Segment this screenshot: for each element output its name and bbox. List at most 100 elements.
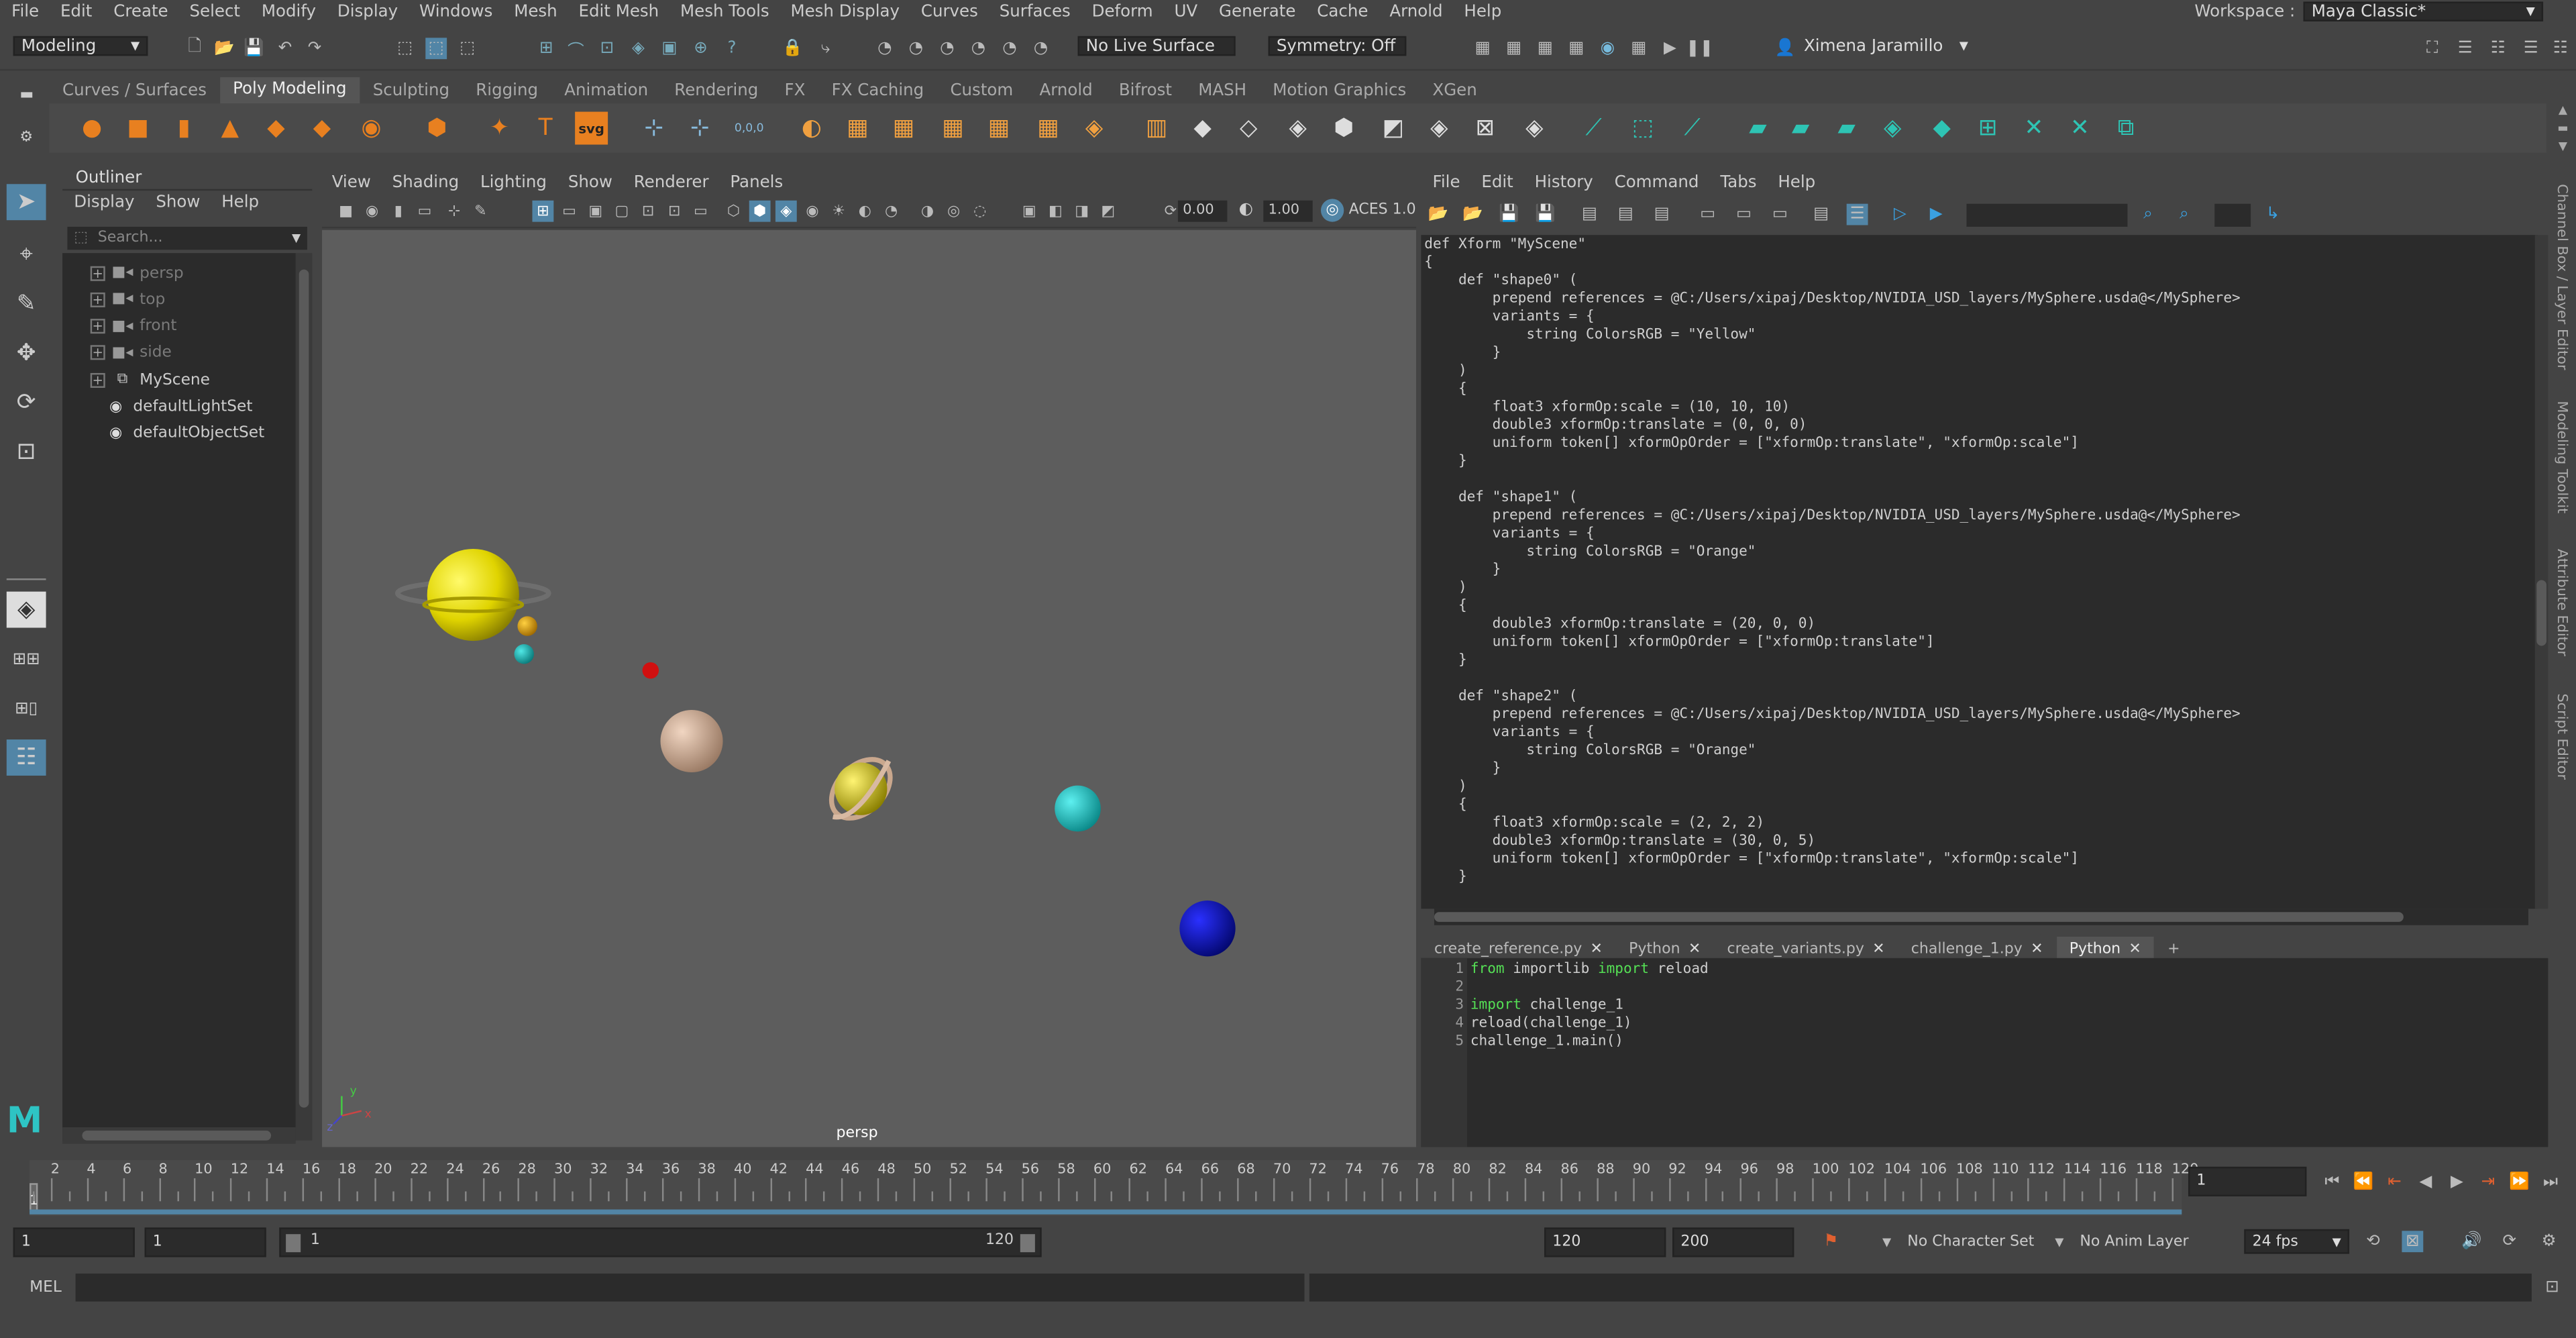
lock-icon[interactable]: 🔒 xyxy=(782,38,804,59)
bridge-icon[interactable]: ◆ xyxy=(1186,112,1219,145)
wireframe-on-shaded-icon[interactable]: ◈ xyxy=(775,200,797,222)
render-frame-icon[interactable]: ▦ xyxy=(1503,38,1525,59)
lights-icon[interactable]: ☀ xyxy=(828,201,849,222)
select-tool-icon[interactable]: ➤ xyxy=(6,184,46,221)
shelf-tab-xgen[interactable]: XGen xyxy=(1419,81,1491,99)
side-tab-channel-box-layer-editor[interactable]: Channel Box / Layer Editor xyxy=(2553,184,2569,370)
ssao-icon[interactable]: ◔ xyxy=(881,201,902,222)
select-component-icon[interactable]: ⬚ xyxy=(457,38,478,59)
connect-icon[interactable]: ⬚ xyxy=(1627,112,1660,145)
menu-arnold[interactable]: Arnold xyxy=(1389,3,1442,21)
clear-all-icon[interactable]: ▤ xyxy=(1651,204,1672,225)
script-history-output[interactable]: def Xform "MyScene"{ def "shape0" ( prep… xyxy=(1421,235,2538,909)
menu-cache[interactable]: Cache xyxy=(1317,3,1368,21)
snap-center-icon[interactable]: ⊕ xyxy=(690,38,712,59)
shelf-tab-animation[interactable]: Animation xyxy=(551,81,661,99)
menu-create[interactable]: Create xyxy=(113,3,168,21)
clear-input-icon[interactable]: ▤ xyxy=(1615,204,1636,225)
color-management-icon[interactable]: ◎ xyxy=(1320,199,1344,222)
outliner-search-box[interactable]: ⬚ Search... ▼ xyxy=(67,226,307,250)
bookmark-icon[interactable]: ▮ xyxy=(388,201,409,222)
script-input-area[interactable]: 12345 from importlib import reload impor… xyxy=(1421,958,2548,1147)
script-menu-command[interactable]: Command xyxy=(1615,173,1699,191)
outliner-item-defaultlightset[interactable]: ◉ defaultLightSet xyxy=(62,394,296,420)
menu-help[interactable]: Help xyxy=(1464,3,1501,21)
render-camera-icon[interactable]: ▦ xyxy=(1566,38,1587,59)
arnold-ipr-icon[interactable]: ▶ xyxy=(1659,38,1680,59)
step-forward-key-icon[interactable]: ⏩ xyxy=(2509,1172,2530,1193)
command-input[interactable] xyxy=(75,1273,1305,1302)
xray-active-icon[interactable]: ◩ xyxy=(1097,201,1119,222)
jupiter-sphere[interactable] xyxy=(660,709,723,773)
menu-deform[interactable]: Deform xyxy=(1092,3,1153,21)
step-back-frame-icon[interactable]: ⇤ xyxy=(2383,1172,2405,1193)
menu-mesh[interactable]: Mesh xyxy=(514,3,557,21)
menu-modify[interactable]: Modify xyxy=(262,3,316,21)
select-object-icon[interactable]: ⬚ xyxy=(425,38,447,60)
mercury-sphere[interactable] xyxy=(517,616,537,636)
wireframe-icon[interactable]: ⬡ xyxy=(723,201,745,222)
save-scene-icon[interactable]: 💾 xyxy=(243,38,264,59)
step-forward-frame-icon[interactable]: ⇥ xyxy=(2477,1172,2499,1193)
shelf-tab-bifrost[interactable]: Bifrost xyxy=(1106,81,1185,99)
rotate-tool-icon[interactable]: ⟳ xyxy=(7,384,46,421)
2d-pan-icon[interactable]: ⊹ xyxy=(443,201,465,222)
expand-icon[interactable]: + xyxy=(90,372,105,388)
redo-icon[interactable]: ↷ xyxy=(304,38,325,59)
star-icon[interactable]: ✦ xyxy=(483,112,516,145)
wedge-icon[interactable]: ◩ xyxy=(1377,112,1409,145)
two-pane-layout-icon[interactable]: ⊞▯ xyxy=(7,690,46,727)
camera-select-icon[interactable]: ■ xyxy=(335,201,357,222)
close-icon[interactable]: ✕ xyxy=(2129,941,2141,958)
camera-attr-icon[interactable]: ◉ xyxy=(362,201,383,222)
sew-icon[interactable]: ✕ xyxy=(2063,112,2096,145)
outliner-item-persp[interactable]: + ■◂ persp xyxy=(62,260,296,286)
cube-icon[interactable]: ■ xyxy=(121,112,154,145)
outliner-item-side[interactable]: + ■◂ side xyxy=(62,340,296,366)
workspace-dropdown[interactable]: Maya Classic* ▼ xyxy=(2303,1,2544,21)
script-menu-history[interactable]: History xyxy=(1535,173,1593,191)
shelf-options-icon[interactable]: ⚙ xyxy=(19,130,33,146)
smooth-icon[interactable]: ▦ xyxy=(983,112,1016,145)
open-scene-icon[interactable]: 📂 xyxy=(213,38,235,59)
neptune-sphere[interactable] xyxy=(1179,900,1236,957)
history-icon[interactable]: ⤷ xyxy=(815,38,837,59)
outliner-item-top[interactable]: + ■◂ top xyxy=(62,287,296,313)
side-tab-modeling-toolkit[interactable]: Modeling Toolkit xyxy=(2553,401,2569,514)
menu-surfaces[interactable]: Surfaces xyxy=(1000,3,1071,21)
character-set-dropdown[interactable]: No Character Set xyxy=(1907,1234,2034,1250)
viewport-menu-view[interactable]: View xyxy=(332,173,371,191)
torus-icon[interactable]: ◆ xyxy=(260,112,292,145)
close-icon[interactable]: ✕ xyxy=(1688,941,1701,958)
sun-sphere[interactable] xyxy=(427,548,519,641)
modeling-toolkit-icon[interactable]: ⛶ xyxy=(2422,38,2443,59)
safe-title-icon[interactable]: ▭ xyxy=(690,201,712,222)
field-chart-icon[interactable]: ⊡ xyxy=(637,201,659,222)
playback-end-field[interactable]: 120 xyxy=(1544,1227,1666,1257)
open-script-icon[interactable]: 📂 xyxy=(1428,204,1449,225)
outliner-menu-display[interactable]: Display xyxy=(74,194,134,217)
xray-joints-icon[interactable]: ◨ xyxy=(1071,201,1093,222)
menu-set-dropdown[interactable]: Modeling ▼ xyxy=(13,36,148,56)
search-icon[interactable]: ⌕ xyxy=(2137,204,2159,225)
disc-icon[interactable]: ◉ xyxy=(355,112,388,145)
grid-toggle-icon[interactable]: ⊞ xyxy=(532,200,554,222)
channel-box-icon[interactable]: ☰ xyxy=(2520,38,2542,59)
hypershade-icon[interactable]: ◔ xyxy=(999,38,1020,59)
target-weld-icon[interactable]: ⟋ xyxy=(1577,112,1610,145)
range-slider-handle-right[interactable] xyxy=(1020,1234,1035,1253)
lasso-tool-icon[interactable]: ⌖ xyxy=(7,237,46,273)
outliner-vscroll-thumb[interactable] xyxy=(299,269,309,1108)
side-tab-script-editor[interactable]: Script Editor xyxy=(2553,693,2569,780)
go-to-end-icon[interactable]: ⏭ xyxy=(2540,1172,2561,1193)
gamma-field[interactable]: 1.00 xyxy=(1263,200,1313,222)
anim-prefs-icon[interactable]: ⚙ xyxy=(2538,1231,2560,1252)
multi-cut-icon[interactable]: ◈ xyxy=(1518,112,1551,145)
four-pane-layout-icon[interactable]: ⊞⊞ xyxy=(7,641,46,677)
grease-pencil-icon[interactable]: ✎ xyxy=(470,201,491,222)
soccerball-icon[interactable]: ⬢ xyxy=(421,112,453,145)
menu-generate[interactable]: Generate xyxy=(1219,3,1295,21)
live-surface-field[interactable]: No Live Surface xyxy=(1077,36,1236,56)
color-space-label[interactable]: ACES 1.0 xyxy=(1349,202,1416,218)
combine-icon[interactable]: ◐ xyxy=(795,112,828,145)
